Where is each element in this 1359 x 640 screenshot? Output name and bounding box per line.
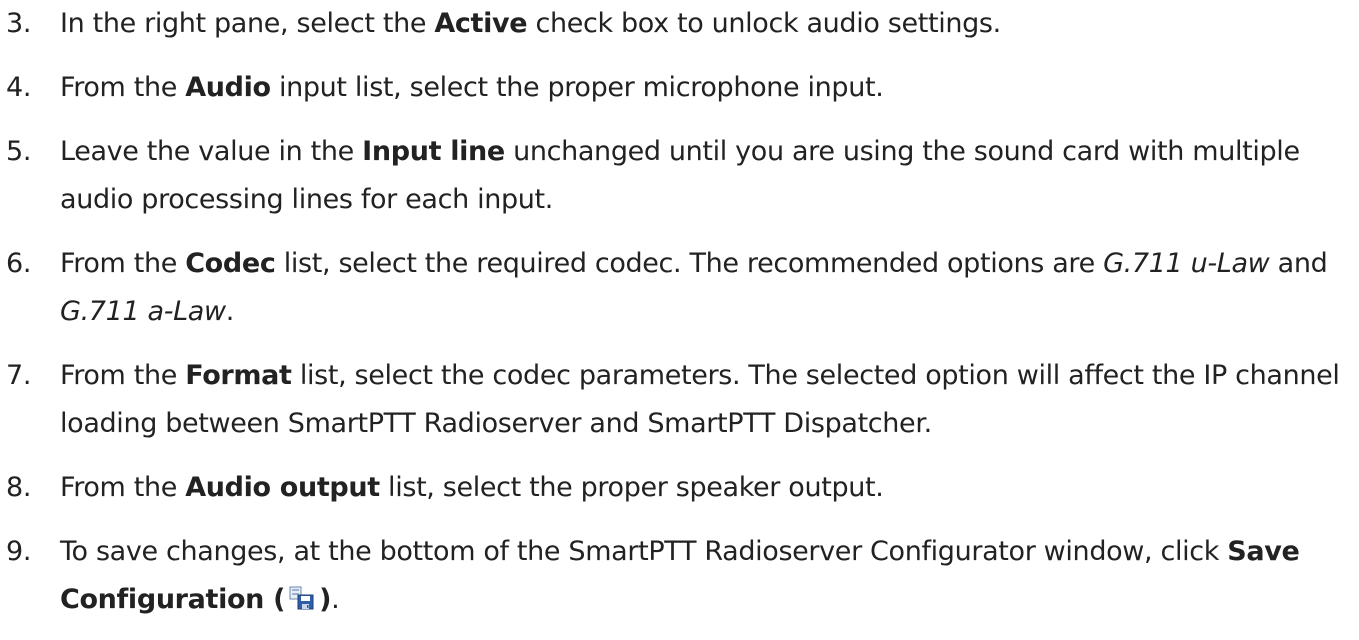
text-run: From the bbox=[60, 72, 186, 103]
instruction-step: 7. From the Format list, select the codec… bbox=[0, 352, 1359, 448]
step-text: From the Codec list, select the required… bbox=[60, 248, 1328, 327]
bold-term: ) bbox=[319, 584, 332, 615]
step-text: From the Audio output list, select the p… bbox=[60, 472, 884, 503]
step-number: 3. bbox=[6, 8, 32, 39]
step-text: From the Format list, select the codec p… bbox=[60, 360, 1340, 439]
text-run: In the right pane, select the bbox=[60, 8, 435, 39]
text-run: From the bbox=[60, 360, 186, 391]
bold-term: Format bbox=[185, 360, 292, 391]
text-run: . bbox=[331, 584, 340, 615]
step-text: In the right pane, select the Active che… bbox=[60, 8, 1001, 39]
bold-term: Audio bbox=[185, 72, 271, 103]
instruction-steps: 3. In the right pane, select the Active c… bbox=[0, 0, 1359, 640]
text-run: From the bbox=[60, 472, 186, 503]
text-run: check box to unlock audio settings. bbox=[527, 8, 1001, 39]
text-run: input list, select the proper microphone… bbox=[270, 72, 884, 103]
instruction-step: 5. Leave the value in the Input line unch… bbox=[0, 128, 1359, 224]
step-text: From the Audio input list, select the pr… bbox=[60, 72, 884, 103]
step-number: 9. bbox=[6, 536, 32, 567]
bold-term: Active bbox=[434, 8, 528, 39]
text-run: Leave the value in the bbox=[60, 136, 363, 167]
step-number: 4. bbox=[6, 72, 32, 103]
instruction-step: 8. From the Audio output list, select the… bbox=[0, 464, 1359, 512]
instruction-step: 6. From the Codec list, select the requir… bbox=[0, 240, 1359, 336]
text-run: . bbox=[225, 296, 235, 327]
text-run: From the bbox=[60, 248, 186, 279]
step-number: 5. bbox=[6, 136, 32, 167]
italic-term: G.711 u-Law bbox=[1103, 248, 1270, 279]
text-run: list, select the required codec. The rec… bbox=[275, 248, 1104, 279]
save-configuration-icon bbox=[289, 586, 315, 610]
step-text: To save changes, at the bottom of the Sm… bbox=[60, 536, 1300, 615]
instruction-step: 4. From the Audio input list, select the … bbox=[0, 64, 1359, 112]
bold-term: Audio output bbox=[185, 472, 380, 503]
step-number: 7. bbox=[6, 360, 32, 391]
step-text: Leave the value in the Input line unchan… bbox=[60, 136, 1300, 215]
italic-term: G.711 a-Law bbox=[60, 296, 226, 327]
step-number: 8. bbox=[6, 472, 32, 503]
step-number: 6. bbox=[6, 248, 32, 279]
text-run: To save changes, at the bottom of the Sm… bbox=[60, 536, 1228, 567]
text-run: and bbox=[1269, 248, 1328, 279]
text-run: list, select the proper speaker output. bbox=[379, 472, 884, 503]
bold-term: Codec bbox=[185, 248, 276, 279]
bold-term: Input line bbox=[362, 136, 505, 167]
instruction-step: 3. In the right pane, select the Active c… bbox=[0, 0, 1359, 48]
instruction-step: 9. To save changes, at the bottom of the … bbox=[0, 528, 1359, 624]
